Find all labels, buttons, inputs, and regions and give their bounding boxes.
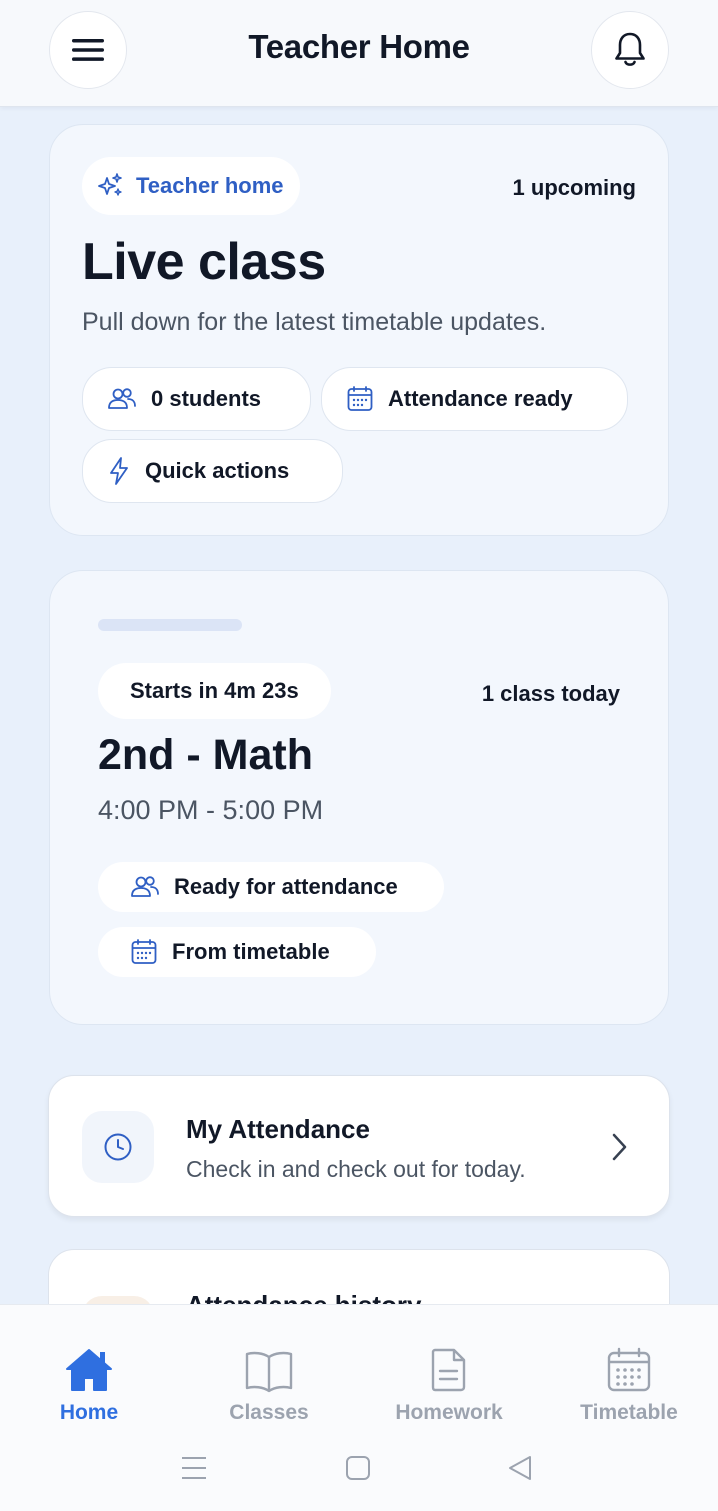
nav-timetable-label: Timetable bbox=[580, 1401, 678, 1424]
bottom-navigation: Home Classes Homework Timetable bbox=[0, 1304, 718, 1511]
clock-icon-container bbox=[82, 1111, 154, 1183]
calendar-icon bbox=[131, 939, 157, 964]
ready-for-attendance-label: Ready for attendance bbox=[174, 874, 398, 899]
book-icon bbox=[245, 1351, 293, 1393]
from-timetable-label: From timetable bbox=[172, 939, 330, 964]
nav-home-label: Home bbox=[59, 1401, 119, 1424]
live-class-hero-card: Teacher home 1 upcoming Live class Pull … bbox=[49, 124, 669, 536]
chevron-right-icon bbox=[612, 1133, 627, 1161]
teacher-home-badge: Teacher home bbox=[82, 157, 300, 215]
nav-classes[interactable]: Classes bbox=[189, 1343, 349, 1425]
class-time: 4:00 PM - 5:00 PM bbox=[98, 795, 324, 825]
teacher-home-badge-label: Teacher home bbox=[136, 173, 284, 198]
hero-subtitle: Pull down for the latest timetable updat… bbox=[82, 308, 547, 336]
hero-title: Live class bbox=[82, 233, 326, 291]
users-icon bbox=[131, 876, 159, 897]
nav-timetable[interactable]: Timetable bbox=[549, 1343, 709, 1425]
my-attendance-subtitle: Check in and check out for today. bbox=[186, 1156, 526, 1182]
clock-icon bbox=[104, 1133, 132, 1161]
my-attendance-card[interactable]: My Attendance Check in and check out for… bbox=[48, 1075, 670, 1217]
nav-classes-label: Classes bbox=[229, 1401, 309, 1424]
app-header: Teacher Home bbox=[0, 0, 718, 107]
calendar-icon bbox=[607, 1347, 651, 1392]
students-chip[interactable]: 0 students bbox=[82, 367, 311, 431]
classes-today-count: 1 class today bbox=[481, 681, 620, 706]
home-system-icon[interactable] bbox=[345, 1455, 371, 1481]
bell-icon bbox=[615, 32, 645, 66]
students-chip-label: 0 students bbox=[151, 386, 262, 411]
document-icon bbox=[431, 1348, 466, 1392]
lightning-icon bbox=[110, 457, 128, 485]
sparkles-icon bbox=[98, 173, 122, 196]
upcoming-count: 1 upcoming bbox=[512, 175, 636, 200]
recent-apps-icon[interactable] bbox=[180, 1455, 208, 1481]
calendar-icon bbox=[347, 386, 373, 411]
starts-in-label: Starts in 4m 23s bbox=[130, 678, 299, 703]
attendance-ready-chip[interactable]: Attendance ready bbox=[321, 367, 628, 431]
home-icon bbox=[66, 1349, 112, 1391]
nav-homework-label: Homework bbox=[395, 1401, 503, 1424]
nav-home[interactable]: Home bbox=[9, 1343, 169, 1425]
from-timetable-pill: From timetable bbox=[98, 927, 376, 977]
users-icon bbox=[108, 388, 136, 409]
nav-homework[interactable]: Homework bbox=[369, 1343, 529, 1425]
class-title: 2nd - Math bbox=[98, 731, 313, 779]
notifications-button[interactable] bbox=[591, 11, 669, 89]
quick-actions-chip[interactable]: Quick actions bbox=[82, 439, 343, 503]
drag-handle bbox=[98, 619, 242, 631]
system-navigation-bar bbox=[0, 1443, 718, 1493]
back-icon[interactable] bbox=[507, 1455, 533, 1481]
upcoming-class-card[interactable]: Starts in 4m 23s 1 class today 2nd - Mat… bbox=[49, 570, 669, 1025]
starts-in-badge: Starts in 4m 23s bbox=[98, 663, 331, 719]
quick-actions-chip-label: Quick actions bbox=[145, 458, 290, 483]
ready-for-attendance-pill: Ready for attendance bbox=[98, 862, 444, 912]
my-attendance-title: My Attendance bbox=[186, 1114, 370, 1144]
attendance-ready-chip-label: Attendance ready bbox=[388, 386, 573, 411]
